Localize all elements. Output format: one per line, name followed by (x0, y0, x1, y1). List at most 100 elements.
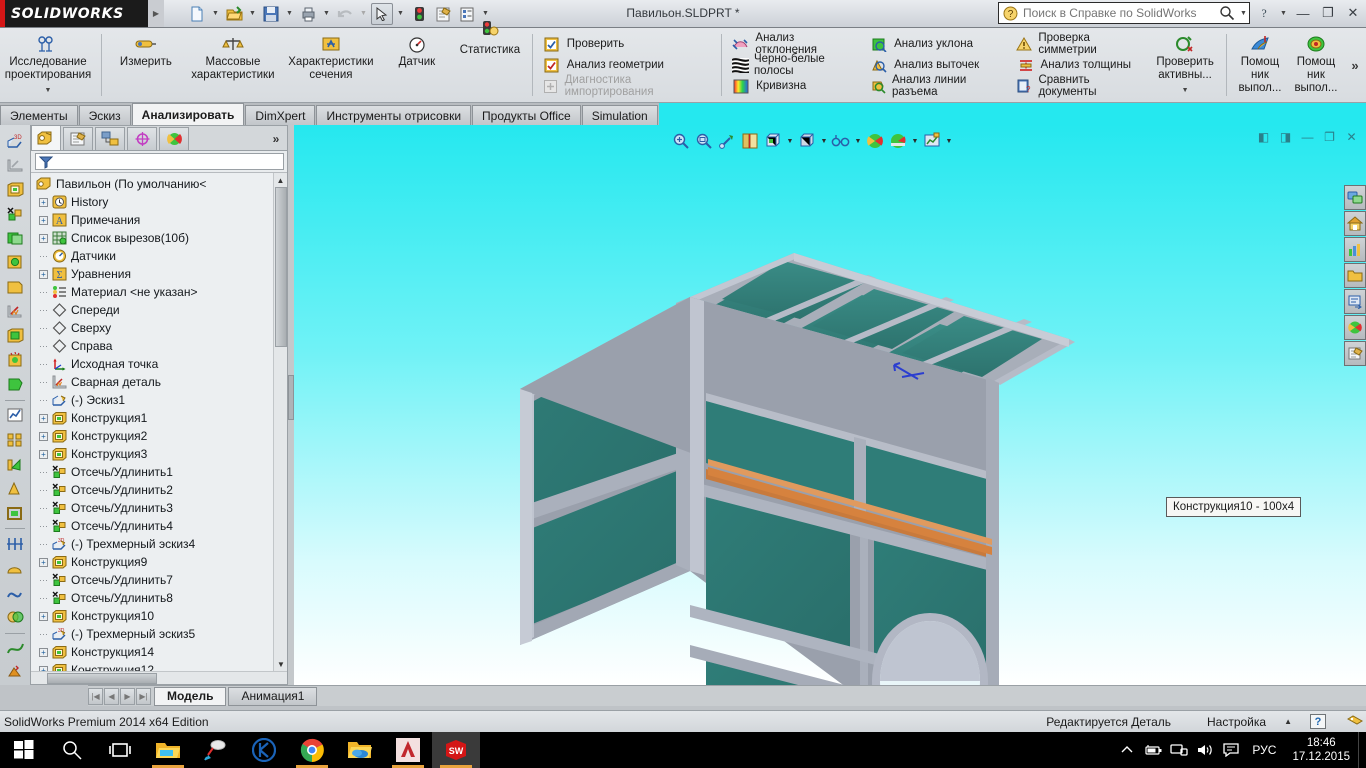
search-taskbar-button[interactable] (48, 732, 96, 768)
status-caret-icon[interactable]: ▲ (1284, 717, 1292, 726)
geometry-analysis-button[interactable]: Анализ геометрии (542, 55, 712, 76)
scroll-up-arrow-icon[interactable]: ▲ (274, 173, 287, 187)
open-document-button[interactable] (223, 3, 245, 25)
feature-tree-item[interactable]: ⋯Отсечь/Удлинить2 (31, 481, 287, 499)
check-active-button[interactable]: Проверить активны... ▼ (1149, 28, 1221, 102)
tab-animation1[interactable]: Анимация1 (228, 687, 317, 706)
first-tab-button[interactable]: |◀ (88, 688, 103, 705)
feature-tree-item[interactable]: +ΣУравнения (31, 265, 287, 283)
search-folder-button[interactable] (1344, 263, 1366, 288)
dome-icon[interactable] (2, 557, 28, 581)
save-document-button[interactable] (260, 3, 282, 25)
network-icon[interactable] (1166, 732, 1192, 768)
dimxpert-manager-tab[interactable] (127, 127, 157, 150)
document-properties-button[interactable] (456, 3, 478, 25)
feature-tree-item[interactable]: ⋯Сварная деталь (31, 373, 287, 391)
statistics-button[interactable]: Статистика (453, 28, 527, 102)
feature-tree-item[interactable]: +Конструкция2 (31, 427, 287, 445)
curves-icon[interactable] (2, 636, 28, 660)
symmetry-check-button[interactable]: Проверка симметрии (1016, 34, 1146, 55)
expand-toggle-icon[interactable]: + (37, 270, 50, 279)
feature-tree-item[interactable]: +Список вырезов(10б) (31, 229, 287, 247)
expand-toggle-icon[interactable]: + (37, 432, 50, 441)
volume-icon[interactable] (1192, 732, 1218, 768)
search-magnifier-icon[interactable] (1216, 5, 1238, 21)
open-document-caret-icon[interactable]: ▼ (247, 3, 258, 25)
parting-line-analysis-button[interactable]: Анализ линии разъема (869, 76, 1007, 97)
feature-tree-item[interactable]: ⋯Отсечь/Удлинить3 (31, 499, 287, 517)
solidworks-help-search[interactable]: ? ▼ (998, 2, 1250, 24)
feature-tree-item[interactable]: ⋯Справа (31, 337, 287, 355)
help-button[interactable]: ? (1253, 2, 1275, 24)
performance-assistant-button[interactable]: Помощ ник выпол... (1232, 28, 1288, 102)
prev-tab-button[interactable]: ◀ (104, 688, 119, 705)
file-explorer-taskbar[interactable] (144, 732, 192, 768)
weld-bead-icon[interactable] (2, 299, 28, 323)
feature-tree-item[interactable]: ⋯Исходная точка (31, 355, 287, 373)
last-tab-button[interactable]: ▶| (136, 688, 151, 705)
action-center-icon[interactable] (1218, 732, 1244, 768)
search-caret-icon[interactable]: ▼ (1238, 2, 1249, 24)
compare-documents-button[interactable]: ? Сравнить документы (1016, 76, 1146, 97)
print-document-button[interactable] (297, 3, 319, 25)
section-properties-button[interactable]: Характеристики сечения (281, 28, 381, 102)
intersect-icon[interactable] (2, 605, 28, 629)
curvature-button[interactable]: Кривизна (731, 76, 861, 97)
customize-status[interactable]: Настройка (1189, 715, 1284, 729)
feature-tree-item[interactable]: +AПримечания (31, 211, 287, 229)
paint-taskbar[interactable] (192, 732, 240, 768)
feature-tree-item[interactable]: ⋯Сверху (31, 319, 287, 337)
chrome-taskbar[interactable] (288, 732, 336, 768)
deviation-analysis-button[interactable]: Анализ отклонения (731, 34, 861, 55)
feature-tree-item[interactable]: ⋯Отсечь/Удлинить1 (31, 463, 287, 481)
solidworks-logo[interactable]: SOLIDWORKS (0, 0, 148, 27)
tab-simulation[interactable]: Simulation (582, 105, 658, 125)
search-input[interactable] (1019, 6, 1216, 20)
custom-properties-button[interactable] (1344, 341, 1366, 366)
tab-dimxpert[interactable]: DimXpert (245, 105, 315, 125)
tab-render-tools[interactable]: Инструменты отрисовки (316, 105, 471, 125)
feature-tree-item[interactable]: ⋯3D(-) Трехмерный эскиз5 (31, 625, 287, 643)
tag-icon[interactable] (1344, 715, 1366, 729)
new-document-caret-icon[interactable]: ▼ (210, 3, 221, 25)
shell-icon[interactable] (2, 501, 28, 525)
scrollbar-thumb[interactable] (275, 187, 287, 347)
task-view-button[interactable] (96, 732, 144, 768)
feature-tree-item[interactable]: +Конструкция10 (31, 607, 287, 625)
select-tool-caret-icon[interactable]: ▼ (395, 3, 406, 25)
show-hidden-icons-button[interactable] (1114, 732, 1140, 768)
extruded-boss-icon[interactable] (2, 324, 28, 348)
feature-tree-item[interactable]: ⋯Отсечь/Удлинить8 (31, 589, 287, 607)
hole-wizard-icon[interactable] (2, 348, 28, 372)
thickness-analysis-button[interactable]: Анализ толщины (1016, 55, 1146, 76)
design-library-button[interactable] (1344, 211, 1366, 236)
expand-toggle-icon[interactable]: + (37, 216, 50, 225)
feature-filter-input[interactable] (35, 153, 284, 170)
instant3d-icon[interactable] (2, 661, 28, 685)
feature-manager-more-button[interactable]: » (265, 132, 287, 150)
end-cap-icon[interactable] (2, 226, 28, 250)
sensor-button[interactable]: Датчик (381, 28, 453, 102)
expand-toggle-icon[interactable]: + (37, 612, 50, 621)
print-document-caret-icon[interactable]: ▼ (321, 3, 332, 25)
appearances-scenes-button[interactable] (1344, 315, 1366, 340)
weldment-icon[interactable] (2, 153, 28, 177)
expand-toggle-icon[interactable]: + (37, 198, 50, 207)
tab-office-products[interactable]: Продукты Office (472, 105, 581, 125)
ribbon-overflow-button[interactable]: » (1344, 28, 1366, 102)
design-study-dropdown-icon[interactable]: ▼ (45, 84, 52, 97)
linear-pattern-icon[interactable] (2, 428, 28, 452)
tab-sketch[interactable]: Эскиз (79, 105, 131, 125)
check-active-dropdown-icon[interactable]: ▼ (1182, 84, 1189, 97)
graphics-viewport[interactable]: ▼ ▼ ▼ ▼ ▼ (294, 125, 1366, 685)
feature-tree-item[interactable]: +Конструкция9 (31, 553, 287, 571)
close-button[interactable]: ✕ (1342, 2, 1364, 24)
configuration-manager-tab[interactable] (95, 127, 125, 150)
next-tab-button[interactable]: ▶ (120, 688, 135, 705)
expand-toggle-icon[interactable]: + (37, 414, 50, 423)
file-explorer-button[interactable] (1344, 237, 1366, 262)
trim-extend-icon[interactable] (2, 202, 28, 226)
help-caret-icon[interactable]: ▼ (1278, 2, 1289, 24)
clock[interactable]: 18:46 17.12.2015 (1284, 736, 1358, 764)
battery-icon[interactable] (1140, 732, 1166, 768)
